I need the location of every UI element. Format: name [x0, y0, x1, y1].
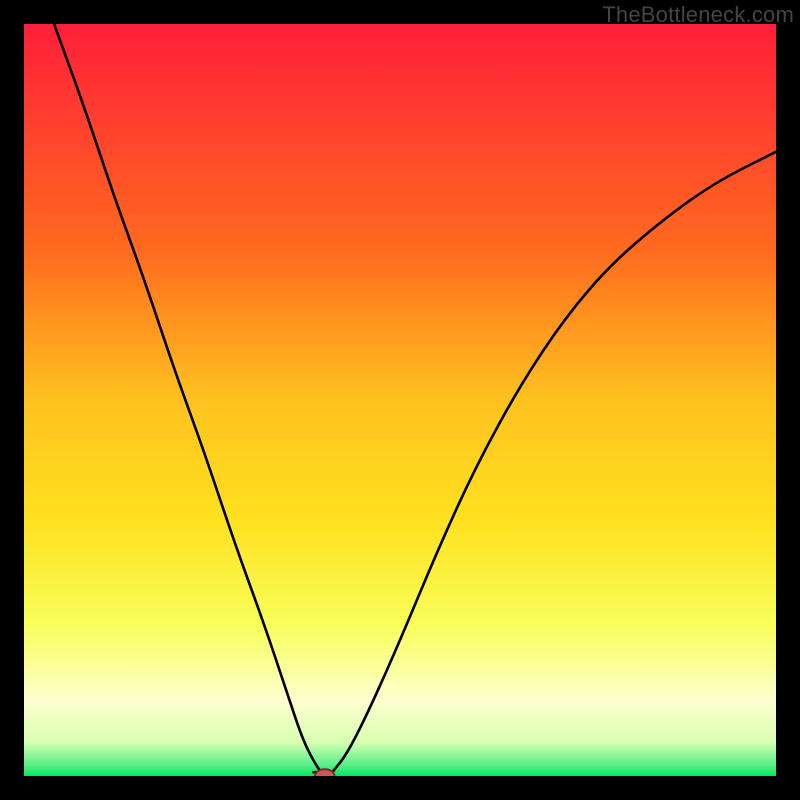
chart-frame: TheBottleneck.com — [0, 0, 800, 800]
chart-svg — [24, 24, 776, 776]
watermark-text: TheBottleneck.com — [602, 2, 794, 28]
chart-plot-area — [24, 24, 776, 776]
chart-background-gradient — [24, 24, 776, 776]
optimum-marker — [315, 769, 335, 776]
